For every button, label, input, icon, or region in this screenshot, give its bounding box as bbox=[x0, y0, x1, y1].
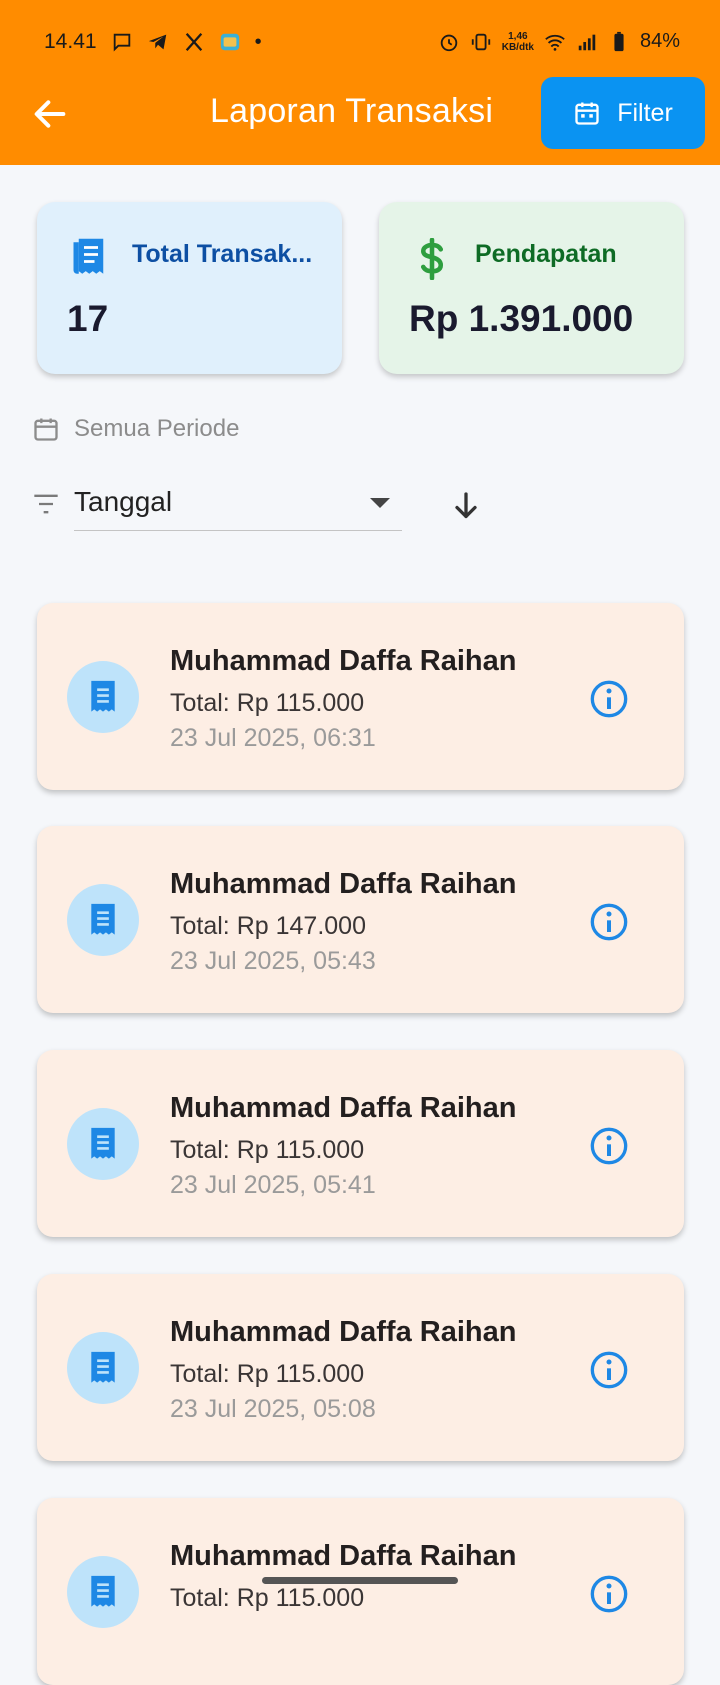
network-speed: 1,46 KB/dtk bbox=[502, 31, 534, 53]
period-label: Semua Periode bbox=[74, 415, 240, 442]
income-card: Pendapatan Rp 1.391.000 bbox=[379, 202, 684, 374]
toolbar: Laporan Transaksi Filter bbox=[0, 76, 720, 152]
transaction-card[interactable]: Muhammad Daffa Raihan Total: Rp 115.000 … bbox=[37, 603, 684, 790]
back-arrow-icon bbox=[34, 100, 66, 128]
gesture-navigation-bar[interactable] bbox=[262, 1577, 458, 1584]
wifi-icon bbox=[545, 34, 565, 51]
transaction-total: Total: Rp 147.000 bbox=[170, 912, 366, 940]
filter-button[interactable]: Filter bbox=[541, 77, 705, 149]
transaction-avatar bbox=[67, 884, 139, 956]
back-button[interactable] bbox=[30, 94, 74, 134]
info-icon[interactable] bbox=[589, 1126, 629, 1166]
transaction-total: Total: Rp 115.000 bbox=[170, 689, 365, 717]
transaction-total: Total: Rp 115.000 bbox=[170, 1584, 365, 1612]
transaction-customer-name: Muhammad Daffa Raihan bbox=[170, 868, 517, 900]
transaction-card[interactable]: Muhammad Daffa Raihan Total: Rp 115.000 … bbox=[37, 1050, 684, 1237]
signal-icon bbox=[578, 34, 596, 50]
transaction-card[interactable]: Muhammad Daffa Raihan Total: Rp 147.000 … bbox=[37, 826, 684, 1013]
page-title: Laporan Transaksi bbox=[210, 92, 494, 130]
transaction-card[interactable]: Muhammad Daffa Raihan Total: Rp 115.000 … bbox=[37, 1274, 684, 1461]
transaction-avatar bbox=[67, 1332, 139, 1404]
sort-dropdown-value: Tanggal bbox=[74, 486, 173, 517]
dollar-icon bbox=[420, 238, 444, 280]
transaction-date: 23 Jul 2025, 05:41 bbox=[170, 1171, 376, 1199]
status-time: 14.41 bbox=[44, 30, 97, 53]
telegram-icon bbox=[148, 34, 166, 50]
sort-direction-arrow-icon[interactable] bbox=[448, 488, 484, 524]
transaction-customer-name: Muhammad Daffa Raihan bbox=[170, 1316, 517, 1348]
filter-button-label: Filter bbox=[617, 98, 673, 127]
calendar-icon bbox=[34, 418, 58, 441]
total-transactions-value: 17 bbox=[67, 298, 109, 339]
battery-icon bbox=[614, 31, 624, 51]
sort-dropdown[interactable]: Tanggal bbox=[74, 480, 402, 531]
network-speed-unit: KB/dtk bbox=[501, 41, 534, 53]
income-label: Pendapatan bbox=[475, 240, 617, 268]
income-value: Rp 1.391.000 bbox=[409, 298, 634, 339]
status-bar: 14.41 • 1,46 KB/dtk 84% bbox=[0, 22, 720, 62]
transaction-avatar bbox=[67, 1108, 139, 1180]
receipt-icon bbox=[91, 1351, 115, 1383]
receipt-icon bbox=[91, 1575, 115, 1607]
info-icon[interactable] bbox=[589, 902, 629, 942]
transaction-date: 23 Jul 2025, 06:31 bbox=[170, 724, 376, 752]
alarm-icon bbox=[440, 34, 457, 51]
transaction-customer-name: Muhammad Daffa Raihan bbox=[170, 1540, 517, 1572]
notification-dot-icon: • bbox=[254, 30, 262, 53]
chevron-down-icon bbox=[370, 498, 390, 508]
calendar-icon bbox=[575, 102, 599, 125]
transaction-customer-name: Muhammad Daffa Raihan bbox=[170, 645, 517, 677]
transaction-date: 23 Jul 2025, 05:43 bbox=[170, 947, 376, 975]
transaction-avatar bbox=[67, 1556, 139, 1628]
period-selector[interactable]: Semua Periode bbox=[32, 414, 239, 444]
network-speed-value: 1,46 bbox=[508, 30, 528, 42]
info-icon[interactable] bbox=[589, 1350, 629, 1390]
info-icon[interactable] bbox=[589, 679, 629, 719]
transaction-card[interactable]: Muhammad Daffa Raihan Total: Rp 115.000 bbox=[37, 1498, 684, 1685]
total-transactions-label: Total Transak... bbox=[132, 240, 313, 268]
sort-row: Tanggal bbox=[32, 480, 712, 540]
receipt-icon bbox=[91, 1127, 115, 1159]
x-icon bbox=[185, 32, 202, 52]
transaction-total: Total: Rp 115.000 bbox=[170, 1136, 365, 1164]
transaction-customer-name: Muhammad Daffa Raihan bbox=[170, 1092, 517, 1124]
sort-filter-icon bbox=[34, 494, 58, 514]
vibrate-icon bbox=[471, 33, 490, 50]
transaction-avatar bbox=[67, 661, 139, 733]
receipt-icon bbox=[73, 238, 104, 274]
app-notification-icon bbox=[220, 33, 239, 51]
total-transactions-card: Total Transak... 17 bbox=[37, 202, 342, 374]
transaction-date: 23 Jul 2025, 05:08 bbox=[170, 1395, 376, 1423]
receipt-icon bbox=[91, 680, 115, 712]
receipt-icon bbox=[91, 903, 115, 935]
info-icon[interactable] bbox=[589, 1574, 629, 1614]
battery-level: 84% bbox=[639, 30, 680, 52]
message-icon bbox=[113, 33, 130, 52]
app-bar: 14.41 • 1,46 KB/dtk 84% Laporan Transaks… bbox=[0, 0, 720, 165]
transaction-total: Total: Rp 115.000 bbox=[170, 1360, 365, 1388]
